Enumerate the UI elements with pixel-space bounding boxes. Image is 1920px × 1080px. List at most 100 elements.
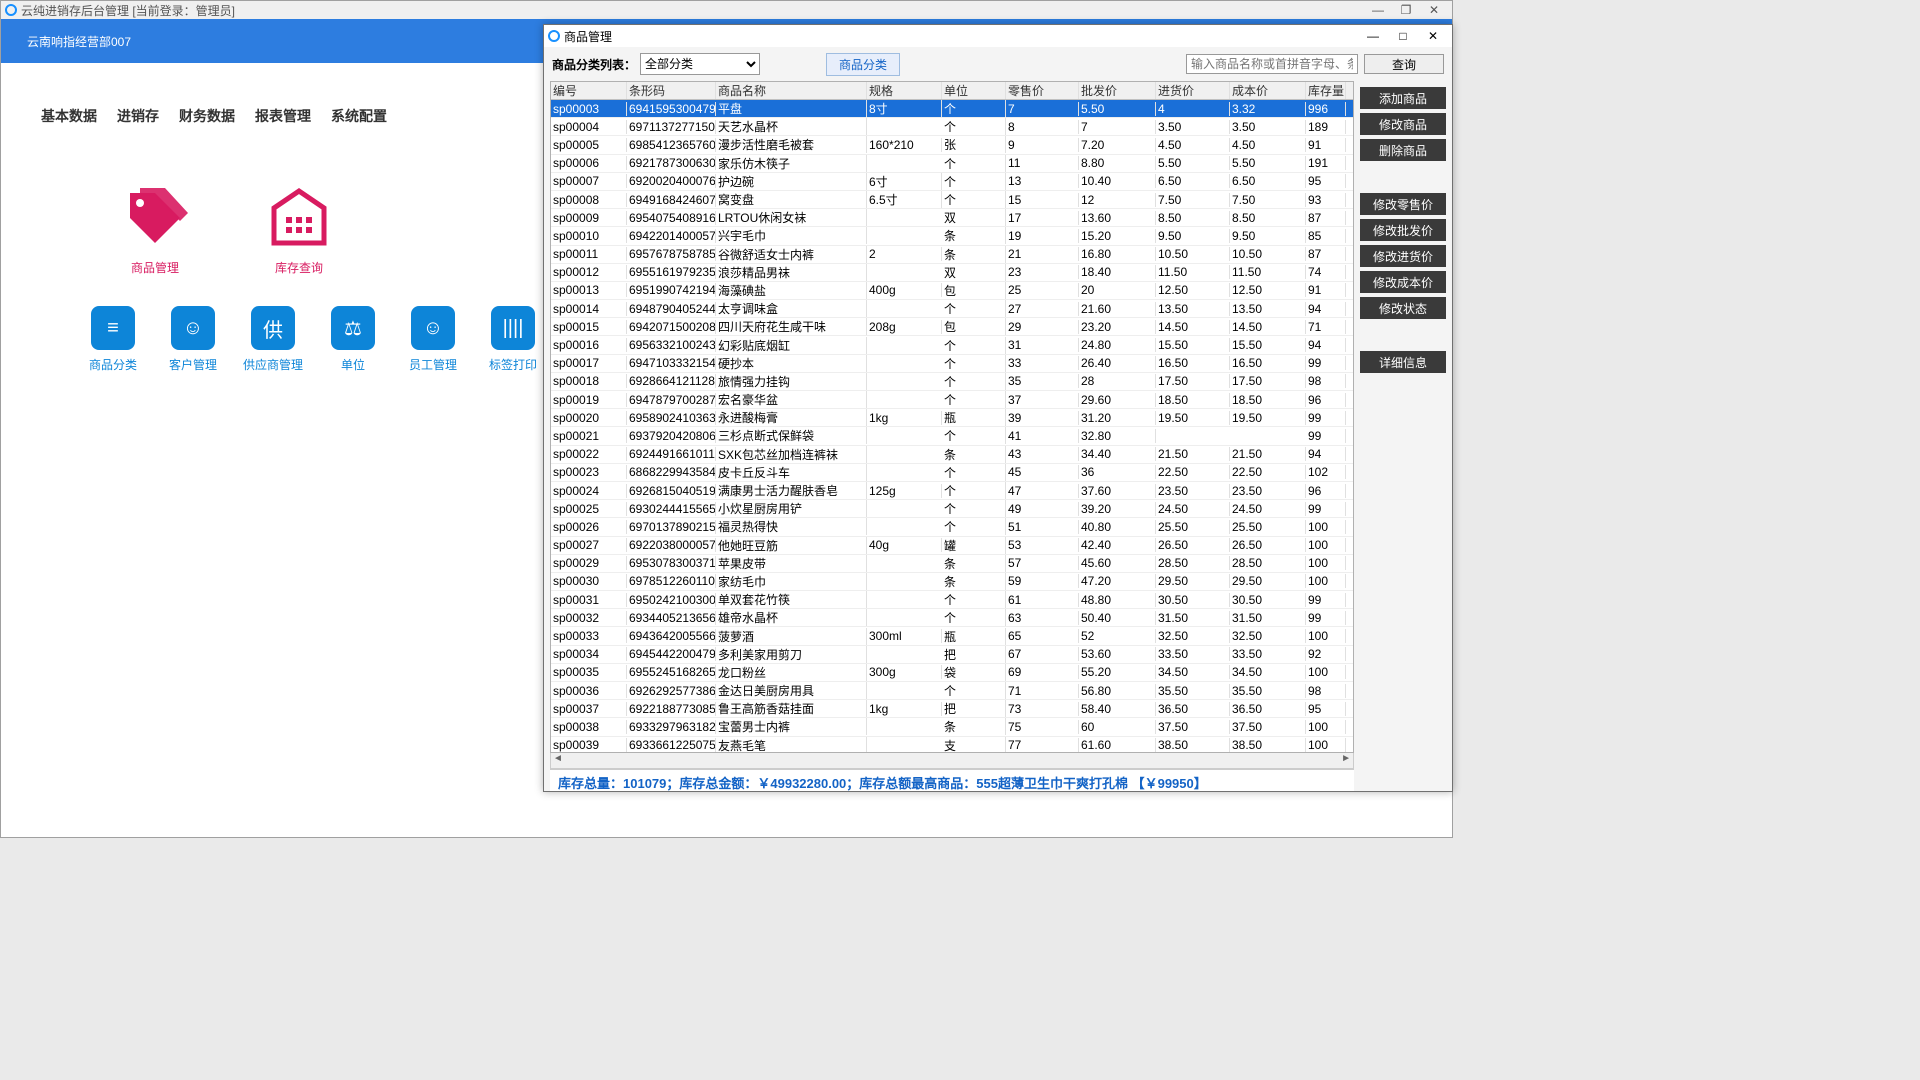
minimize-icon[interactable]: — bbox=[1364, 3, 1392, 17]
table-row[interactable]: sp000306978512260110家纺毛巾条5947.2029.5029.… bbox=[551, 573, 1353, 591]
table-row[interactable]: sp000356955245168265龙口粉丝300g袋6955.2034.5… bbox=[551, 664, 1353, 682]
scale-icon: ⚖ bbox=[331, 306, 375, 350]
col-barcode[interactable]: 条形码 bbox=[627, 82, 716, 99]
product-grid[interactable]: 编号 条形码 商品名称 规格 单位 零售价 批发价 进货价 成本价 库存量 sp… bbox=[550, 81, 1354, 753]
table-row[interactable]: sp000046971137277150天艺水晶杯个873.503.50189 bbox=[551, 118, 1353, 136]
tab-finance[interactable]: 财务数据 bbox=[175, 98, 239, 134]
col-name[interactable]: 商品名称 bbox=[716, 82, 867, 99]
warehouse-icon bbox=[264, 183, 334, 253]
col-id[interactable]: 编号 bbox=[551, 82, 627, 99]
grid-body[interactable]: sp000036941595300479平盘8寸个75.5043.32996sp… bbox=[551, 100, 1353, 753]
table-row[interactable]: sp000106942201400057兴宇毛巾条1915.209.509.50… bbox=[551, 227, 1353, 245]
barcode-icon: |||| bbox=[491, 306, 535, 350]
delete-product-button[interactable]: 删除商品 bbox=[1360, 139, 1446, 161]
table-row[interactable]: sp000326934405213656雄帝水晶杯个6350.4031.5031… bbox=[551, 609, 1353, 627]
col-unit[interactable]: 单位 bbox=[942, 82, 1006, 99]
table-row[interactable]: sp000116957678758785谷微舒适女士内裤2条2116.8010.… bbox=[551, 246, 1353, 264]
nav-product-label: 商品管理 bbox=[83, 259, 227, 276]
table-row[interactable]: sp000076920020400076护边碗6寸个1310.406.506.5… bbox=[551, 173, 1353, 191]
category-select[interactable]: 全部分类 bbox=[640, 53, 760, 75]
status-bar: 库存总量：101079；库存总金额：￥49932280.00；库存总额最高商品：… bbox=[550, 769, 1354, 791]
col-purchase[interactable]: 进货价 bbox=[1156, 82, 1230, 99]
table-row[interactable]: sp000336943642005566菠萝酒300ml瓶655232.5032… bbox=[551, 627, 1353, 645]
table-row[interactable]: sp000316950242100300单双套花竹筷个6148.8030.503… bbox=[551, 591, 1353, 609]
edit-cost-button[interactable]: 修改成本价 bbox=[1360, 271, 1446, 293]
table-row[interactable]: sp000176947103332154硬抄本个3326.4016.5016.5… bbox=[551, 355, 1353, 373]
category-label: 商品分类列表： bbox=[552, 56, 636, 73]
dialog-logo-icon bbox=[548, 30, 560, 42]
table-row[interactable]: sp000366926292577386金达日美厨房用具个7156.8035.5… bbox=[551, 682, 1353, 700]
grid-header: 编号 条形码 商品名称 规格 单位 零售价 批发价 进货价 成本价 库存量 bbox=[551, 82, 1353, 100]
tags-icon bbox=[120, 183, 190, 253]
tab-basic-data[interactable]: 基本数据 bbox=[37, 98, 101, 134]
col-retail[interactable]: 零售价 bbox=[1006, 82, 1079, 99]
query-button[interactable]: 查询 bbox=[1364, 54, 1444, 74]
table-row[interactable]: sp000386933297963182宝蕾男士内裤条756037.5037.5… bbox=[551, 718, 1353, 736]
dialog-title: 商品管理 bbox=[564, 28, 612, 45]
nav-stock-label: 库存查询 bbox=[227, 259, 371, 276]
nav-product-mgmt[interactable]: 商品管理 bbox=[83, 183, 227, 276]
table-row[interactable]: sp000276922038000057他她旺豆筋40g罐5342.4026.5… bbox=[551, 537, 1353, 555]
table-row[interactable]: sp000186928664121128旅情强力挂钩个352817.5017.5… bbox=[551, 373, 1353, 391]
table-row[interactable]: sp000126955161979235浪莎精品男袜双2318.4011.501… bbox=[551, 264, 1353, 282]
table-row[interactable]: sp000096954075408916LRTOU休闲女袜双1713.608.5… bbox=[551, 209, 1353, 227]
col-wholesale[interactable]: 批发价 bbox=[1079, 82, 1156, 99]
table-row[interactable]: sp000226924491661011SXK包芯丝加档连裤袜条4334.402… bbox=[551, 446, 1353, 464]
dialog-close-icon[interactable]: ✕ bbox=[1418, 29, 1448, 43]
table-row[interactable]: sp000236868229943584皮卡丘反斗车个453622.5022.5… bbox=[551, 464, 1353, 482]
table-row[interactable]: sp000216937920420806三杉点断式保鲜袋个4132.8099 bbox=[551, 427, 1353, 445]
col-cost[interactable]: 成本价 bbox=[1230, 82, 1306, 99]
table-row[interactable]: sp000396933661225075友燕毛笔支7761.6038.5038.… bbox=[551, 737, 1353, 753]
main-titlebar: 云纯进销存后台管理 [当前登录：管理员] — ❐ ✕ bbox=[1, 1, 1452, 19]
nav-category[interactable]: ≡商品分类 bbox=[73, 306, 153, 373]
dialog-titlebar: 商品管理 — □ ✕ bbox=[544, 25, 1452, 47]
tab-in-out[interactable]: 进销存 bbox=[113, 98, 163, 134]
table-row[interactable]: sp000296953078300371苹果皮带条5745.6028.5028.… bbox=[551, 555, 1353, 573]
table-row[interactable]: sp000156942071500208四川天府花生咸干味208g包2923.2… bbox=[551, 318, 1353, 336]
side-actions: 添加商品 修改商品 删除商品 修改零售价 修改批发价 修改进货价 修改成本价 修… bbox=[1360, 81, 1452, 791]
table-row[interactable]: sp000146948790405244太亨调味盒个2721.6013.5013… bbox=[551, 300, 1353, 318]
tab-reports[interactable]: 报表管理 bbox=[251, 98, 315, 134]
list-icon: ≡ bbox=[91, 306, 135, 350]
people-icon: ☺ bbox=[411, 306, 455, 350]
col-stock[interactable]: 库存量 bbox=[1306, 82, 1346, 99]
edit-retail-button[interactable]: 修改零售价 bbox=[1360, 193, 1446, 215]
table-row[interactable]: sp000066921787300630家乐仿木筷子个118.805.505.5… bbox=[551, 155, 1353, 173]
grid-hscrollbar[interactable] bbox=[550, 753, 1354, 769]
supplier-icon: 供 bbox=[251, 306, 295, 350]
nav-label-print[interactable]: ||||标签打印 bbox=[473, 306, 553, 373]
table-row[interactable]: sp000376922188773085鲁王高筋香菇挂面1kg把7358.403… bbox=[551, 700, 1353, 718]
edit-product-button[interactable]: 修改商品 bbox=[1360, 113, 1446, 135]
col-spec[interactable]: 规格 bbox=[867, 82, 942, 99]
table-row[interactable]: sp000246926815040519满康男士活力醒肤香皂125g个4737.… bbox=[551, 482, 1353, 500]
table-row[interactable]: sp000206958902410363永进酸梅膏1kg瓶3931.2019.5… bbox=[551, 409, 1353, 427]
category-button[interactable]: 商品分类 bbox=[826, 53, 900, 76]
dialog-maximize-icon[interactable]: □ bbox=[1388, 29, 1418, 43]
table-row[interactable]: sp000036941595300479平盘8寸个75.5043.32996 bbox=[551, 100, 1353, 118]
tab-system[interactable]: 系统配置 bbox=[327, 98, 391, 134]
brand-title: 云南响指经营部007 bbox=[27, 33, 131, 50]
table-row[interactable]: sp000166956332100243幻彩贴底烟缸个3124.8015.501… bbox=[551, 336, 1353, 354]
nav-staff[interactable]: ☺员工管理 bbox=[393, 306, 473, 373]
table-row[interactable]: sp000266970137890215福灵热得快个5140.8025.5025… bbox=[551, 518, 1353, 536]
edit-wholesale-button[interactable]: 修改批发价 bbox=[1360, 219, 1446, 241]
nav-supplier[interactable]: 供供应商管理 bbox=[233, 306, 313, 373]
nav-unit[interactable]: ⚖单位 bbox=[313, 306, 393, 373]
detail-button[interactable]: 详细信息 bbox=[1360, 351, 1446, 373]
person-icon: ☺ bbox=[171, 306, 215, 350]
nav-stock-query[interactable]: 库存查询 bbox=[227, 183, 371, 276]
table-row[interactable]: sp000136951990742194海藻碘盐400g包252012.5012… bbox=[551, 282, 1353, 300]
table-row[interactable]: sp000196947879700287宏名豪华盆个3729.6018.5018… bbox=[551, 391, 1353, 409]
table-row[interactable]: sp000086949168424607窝变盘6.5寸个15127.507.50… bbox=[551, 191, 1353, 209]
dialog-minimize-icon[interactable]: — bbox=[1358, 29, 1388, 43]
search-input[interactable] bbox=[1186, 54, 1358, 74]
edit-status-button[interactable]: 修改状态 bbox=[1360, 297, 1446, 319]
table-row[interactable]: sp000346945442200479多利美家用剪刀把6753.6033.50… bbox=[551, 646, 1353, 664]
maximize-icon[interactable]: ❐ bbox=[1392, 3, 1420, 17]
nav-customer[interactable]: ☺客户管理 bbox=[153, 306, 233, 373]
table-row[interactable]: sp000256930244415565小炊星厨房用铲个4939.2024.50… bbox=[551, 500, 1353, 518]
table-row[interactable]: sp000056985412365760漫步活性磨毛被套160*210张97.2… bbox=[551, 136, 1353, 154]
add-product-button[interactable]: 添加商品 bbox=[1360, 87, 1446, 109]
edit-purchase-button[interactable]: 修改进货价 bbox=[1360, 245, 1446, 267]
close-icon[interactable]: ✕ bbox=[1420, 3, 1448, 17]
